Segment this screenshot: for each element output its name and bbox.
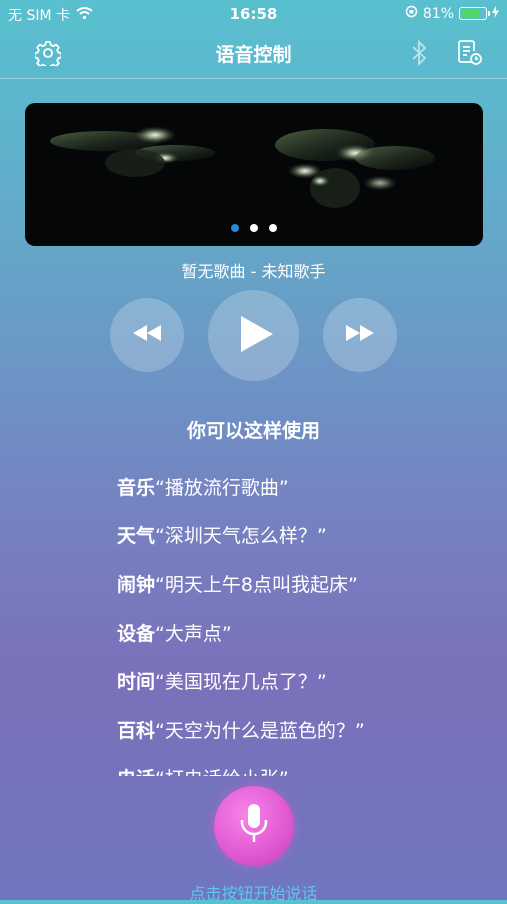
tip-item: 时间 “美国现在几点了？” [117, 656, 497, 705]
banner-carousel[interactable] [25, 103, 483, 246]
tip-example: “深圳天气怎么样？” [155, 525, 327, 548]
tip-category: 电话 [117, 764, 155, 776]
tips-list[interactable]: 音乐 “播放流行歌曲” 天气 “深圳天气怎么样？” 闹钟 “明天上午8点叫我起床” 设… [117, 462, 497, 776]
tip-example: “大声点” [155, 622, 232, 645]
tip-item: 设备 “大声点” [117, 608, 497, 657]
tip-category: 时间 [117, 671, 156, 694]
rewind-icon [133, 325, 161, 345]
battery-fill [461, 9, 480, 18]
tip-example: “天空为什么是蓝色的？” [155, 719, 365, 742]
tip-example: “播放流行歌曲” [155, 476, 289, 499]
carousel-dot[interactable] [231, 224, 239, 232]
nav-bar: 语音控制 [0, 28, 507, 79]
charging-icon [492, 5, 499, 22]
status-right: 81% [405, 5, 499, 22]
tip-item: 电话“打电话给小张” [117, 754, 497, 776]
tip-category: 天气 [117, 525, 156, 548]
battery-icon [459, 7, 490, 20]
tip-item: 音乐 “播放流行歌曲” [117, 462, 497, 511]
tip-category: 闹钟 [117, 573, 156, 596]
battery-percent: 81% [422, 5, 454, 22]
rewind-button[interactable] [110, 298, 184, 372]
tip-category: 百科 [117, 719, 156, 742]
tip-item: 天气 “深圳天气怎么样？” [117, 511, 497, 560]
tip-example: “打电话给小张” [155, 764, 289, 776]
tip-category: 设备 [117, 622, 156, 645]
tip-item: 闹钟 “明天上午8点叫我起床” [117, 559, 497, 608]
tip-category: 音乐 [117, 476, 156, 499]
play-button[interactable] [208, 290, 299, 381]
carousel-dot[interactable] [250, 224, 258, 232]
carousel-page-indicator[interactable] [25, 224, 483, 232]
song-info: 暂无歌曲 - 未知歌手 [181, 262, 326, 281]
orientation-lock-icon [405, 5, 418, 22]
fast-forward-button[interactable] [323, 298, 397, 372]
tip-example: “明天上午8点叫我起床” [155, 573, 358, 596]
microphone-icon [238, 802, 270, 850]
tips-title: 你可以这样使用 [186, 420, 320, 442]
bluetooth-icon[interactable] [404, 38, 434, 68]
status-bar: 无 SIM 卡 16:58 81% [0, 0, 507, 28]
mic-button[interactable] [214, 786, 294, 866]
playlist-history-icon[interactable] [454, 38, 484, 68]
tip-example: “美国现在几点了？” [155, 671, 327, 694]
fast-forward-icon [346, 325, 374, 345]
play-icon [240, 315, 273, 356]
mic-hint: 点击按钮开始说话 [189, 884, 318, 903]
carousel-dot[interactable] [269, 224, 277, 232]
tip-item: 百科 “天空为什么是蓝色的？” [117, 705, 497, 754]
